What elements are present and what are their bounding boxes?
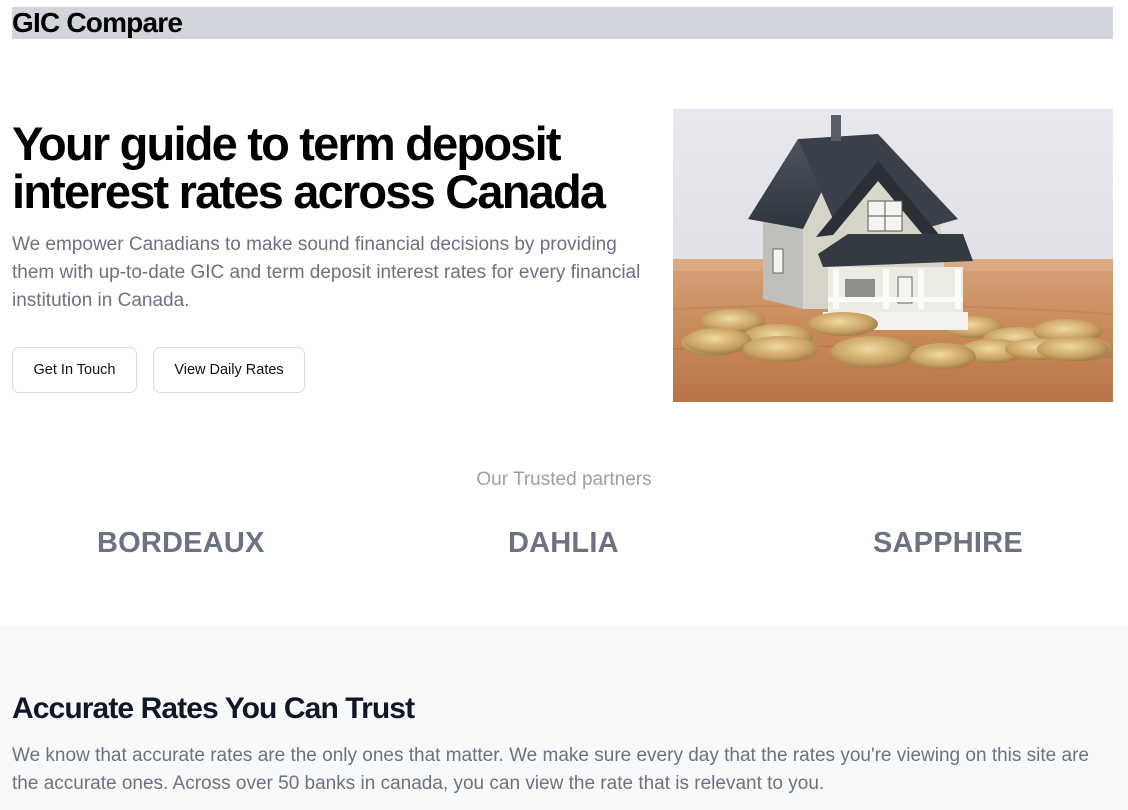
get-in-touch-button[interactable]: Get In Touch [12,347,137,393]
view-daily-rates-button[interactable]: View Daily Rates [153,347,305,393]
accurate-rates-section: Accurate Rates You Can Trust We know tha… [0,626,1128,810]
hero-title: Your guide to term deposit interest rate… [12,120,662,216]
accurate-rates-description: We know that accurate rates are the only… [12,745,1089,794]
hero-description: We empower Canadians to make sound finan… [12,234,641,311]
top-header-bar: GIC Compare [12,7,1113,39]
partner-logo-bordeaux: BORDEAUX [97,527,265,559]
partner-logo-sapphire: SAPPHIRE [873,527,1023,559]
brand-logo[interactable]: GIC Compare [12,8,183,38]
hero-house-image [673,109,1113,402]
trusted-partners-heading: Our Trusted partners [476,469,652,490]
partner-logo-dahlia: DAHLIA [508,527,619,559]
accurate-rates-heading: Accurate Rates You Can Trust [12,692,415,725]
hero-title-line-1: Your guide to term deposit [12,117,561,170]
hero-title-line-2: interest rates across Canada [12,165,606,218]
